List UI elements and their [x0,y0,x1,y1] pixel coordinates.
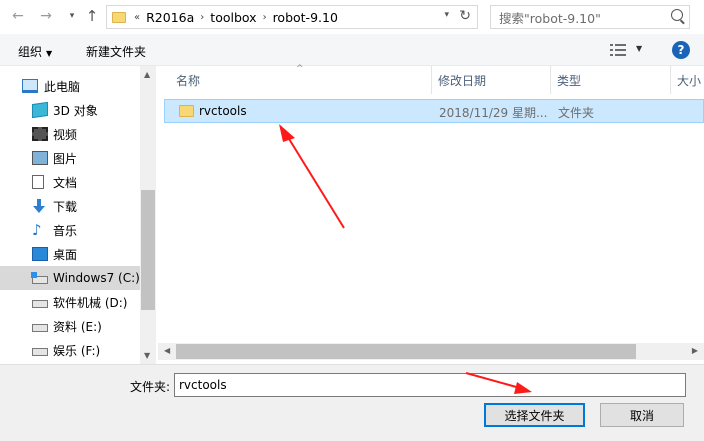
sidebar-item-drive-f[interactable]: 娱乐 (F:) [0,338,140,362]
scroll-right-arrow-icon[interactable]: ▶ [692,346,698,355]
view-options-icon[interactable] [610,44,626,56]
sidebar-item-videos[interactable]: 视频 [0,122,140,146]
breadcrumb-item[interactable]: R2016a [140,10,200,25]
navigation-bar: ← → ▾ ↑ « R2016a › toolbox › robot-9.10 … [0,0,704,34]
sidebar-item-desktop[interactable]: 桌面 [0,242,140,266]
sidebar-item-drive-c[interactable]: Windows7 (C:) [0,266,140,290]
file-list: ^ 名称 修改日期 类型 大小 rvctools 2018/11/29 星期..… [158,64,704,364]
sidebar-item-documents[interactable]: 文档 [0,170,140,194]
navigation-pane: 此电脑 3D 对象 视频 图片 文档 下载 ♪ 音乐 桌面 Windows7 (… [0,66,156,364]
search-input[interactable]: 搜索"robot-9.10" [490,5,690,29]
file-date: 2018/11/29 星期... [439,106,548,120]
column-header-type[interactable]: 类型 [551,66,671,94]
sidebar-item-label: 此电脑 [44,79,81,94]
folder-name-input[interactable] [174,373,686,397]
file-type: 文件夹 [558,106,595,120]
view-options-chevron-icon[interactable]: ▼ [636,44,642,53]
sidebar-item-label: 资料 (E:) [53,319,102,334]
sidebar-item-3d-objects[interactable]: 3D 对象 [0,98,140,122]
table-row[interactable]: rvctools 2018/11/29 星期... 文件夹 [164,99,704,123]
3d-objects-icon [32,101,48,119]
sidebar-item-label: 视频 [53,127,78,142]
sidebar-scrollbar[interactable]: ▲ ▼ [140,66,156,364]
select-folder-button[interactable]: 选择文件夹 [484,403,585,427]
sidebar-item-downloads[interactable]: 下载 [0,194,140,218]
breadcrumb-item[interactable]: toolbox [204,10,262,25]
column-header-name[interactable]: ^ 名称 [158,64,432,94]
search-icon[interactable] [671,9,683,21]
sidebar-item-label: 音乐 [53,223,78,238]
sidebar-item-label: 图片 [53,151,78,166]
up-arrow-icon[interactable]: ↑ [82,6,102,26]
file-name: rvctools [199,104,247,118]
music-icon: ♪ [32,221,42,239]
sidebar-item-music[interactable]: ♪ 音乐 [0,218,140,242]
help-icon[interactable]: ? [672,41,690,59]
breadcrumb: « R2016a › toolbox › robot-9.10 [134,10,344,25]
sidebar-item-label: Windows7 (C:) [53,271,140,285]
column-header-label: 名称 [176,73,201,88]
column-header-size[interactable]: 大小 [671,66,704,94]
cancel-button[interactable]: 取消 [600,403,684,427]
address-bar[interactable]: « R2016a › toolbox › robot-9.10 ▾ ↻ [106,5,478,29]
folder-icon [112,11,126,23]
folder-icon [179,105,194,117]
video-icon [32,127,48,141]
windows-drive-icon [31,272,48,284]
scrollbar-thumb[interactable] [141,190,155,310]
horizontal-scrollbar[interactable]: ◀ ▶ [158,343,704,360]
new-folder-button[interactable]: 新建文件夹 [86,43,146,60]
recent-locations-chevron-icon[interactable]: ▾ [62,6,82,26]
drive-icon [32,324,48,332]
sidebar-item-pictures[interactable]: 图片 [0,146,140,170]
sidebar-item-drive-e[interactable]: 资料 (E:) [0,314,140,338]
sidebar-item-this-pc[interactable]: 此电脑 [0,74,140,98]
folder-name-label: 文件夹: [130,380,171,394]
refresh-icon[interactable]: ↻ [459,8,471,24]
scroll-up-arrow-icon[interactable]: ▲ [144,70,150,79]
organize-label: 组织 [18,45,43,59]
sidebar-item-label: 娱乐 (F:) [53,343,101,358]
search-placeholder: 搜索"robot-9.10" [499,10,601,26]
organize-menu-button[interactable]: 组织 ▼ [18,43,52,60]
sort-ascending-icon: ^ [296,64,304,74]
desktop-icon [32,247,48,261]
scroll-down-arrow-icon[interactable]: ▼ [144,351,150,360]
dialog-footer: 文件夹: 选择文件夹 取消 [0,364,704,441]
picture-icon [32,151,48,165]
command-toolbar: 组织 ▼ 新建文件夹 ▼ ? [0,34,704,66]
drive-icon [32,300,48,308]
drive-icon [32,348,48,356]
scroll-left-arrow-icon[interactable]: ◀ [164,346,170,355]
monitor-icon [22,79,38,93]
breadcrumb-item[interactable]: robot-9.10 [267,10,344,25]
column-header-date[interactable]: 修改日期 [432,66,551,94]
sidebar-item-label: 软件机械 (D:) [53,295,128,310]
forward-arrow-icon[interactable]: → [36,6,56,26]
sidebar-item-label: 文档 [53,175,78,190]
download-icon [32,199,46,213]
sidebar-item-label: 3D 对象 [53,103,98,118]
sidebar-item-label: 下载 [53,199,78,214]
address-dropdown-chevron-icon[interactable]: ▾ [444,10,449,20]
sidebar-item-label: 桌面 [53,247,78,262]
scrollbar-thumb[interactable] [176,344,636,359]
back-arrow-icon[interactable]: ← [8,6,28,26]
chevron-down-icon: ▼ [46,49,53,58]
document-icon [32,175,44,189]
sidebar-item-drive-d[interactable]: 软件机械 (D:) [0,290,140,314]
